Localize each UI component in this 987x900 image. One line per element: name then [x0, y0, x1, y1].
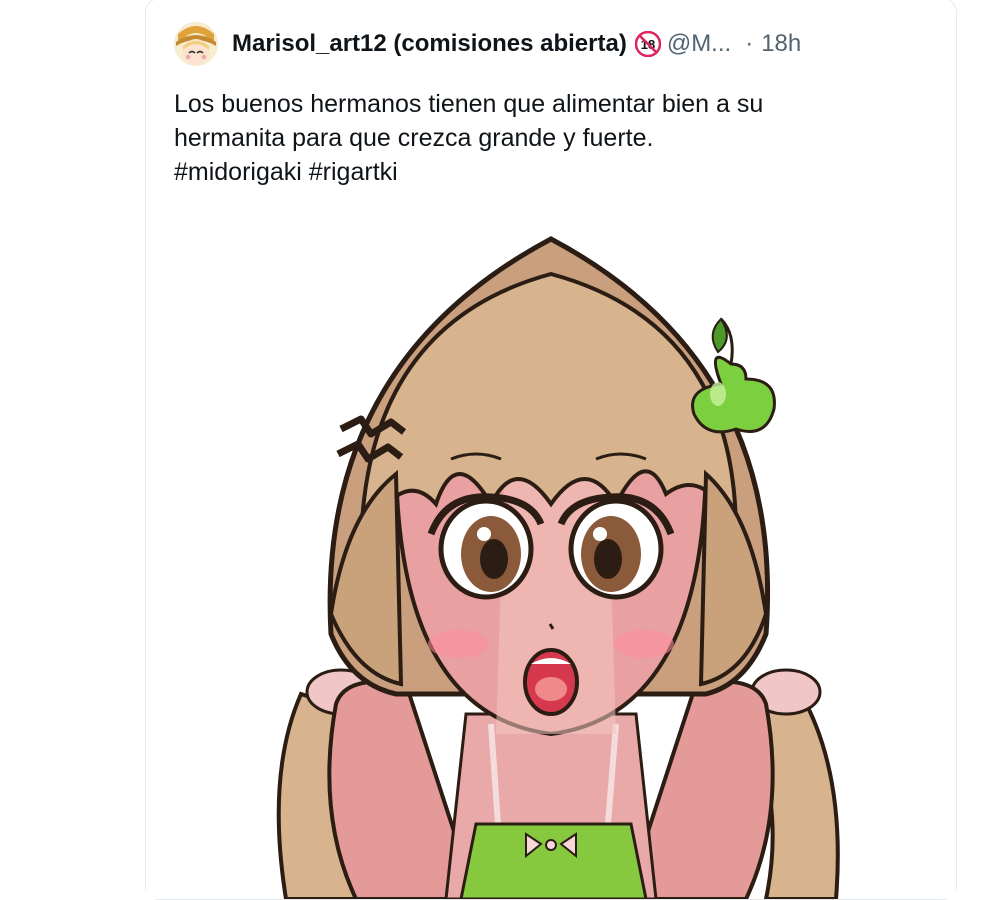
separator-dot: · [745, 30, 754, 57]
tweet-card[interactable]: Marisol_art12 (comisiones abierta) 18 @M… [145, 0, 957, 900]
anime-girl-illustration-icon [146, 214, 956, 899]
tweet-text: Los buenos hermanos tienen que alimentar… [174, 87, 934, 189]
tweet-text-line: hermanita para que crezca grande y fuert… [174, 124, 654, 152]
tweet-header: Marisol_art12 (comisiones abierta) 18 @M… [174, 21, 934, 67]
tweet-text-line: Los buenos hermanos tienen que alimentar… [174, 90, 764, 118]
tweet-hashtags[interactable]: #midorigaki #rigartki [174, 155, 934, 189]
tweet-media-image[interactable] [146, 214, 956, 899]
author-avatar[interactable] [174, 22, 218, 66]
avatar-icon [174, 22, 218, 66]
post-timestamp[interactable]: 18h [761, 30, 801, 58]
author-name[interactable]: Marisol_art12 (comisiones abierta) [232, 30, 627, 58]
author-handle[interactable]: @M... [667, 30, 731, 58]
adult-content-badge-icon: 18 [634, 31, 661, 57]
